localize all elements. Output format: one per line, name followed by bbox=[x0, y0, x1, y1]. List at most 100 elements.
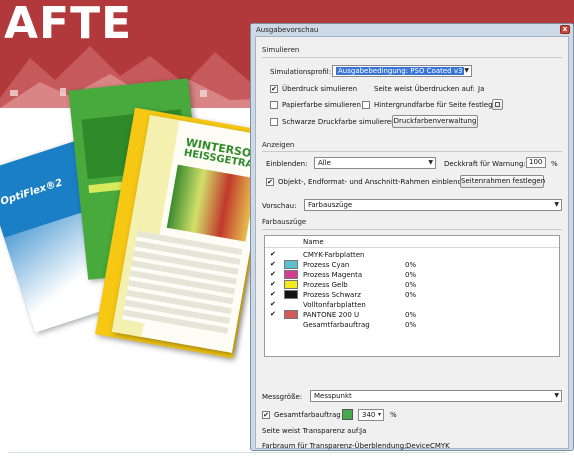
paper-color-label: Papierfarbe simulieren bbox=[282, 101, 361, 109]
separation-name: Vollton­farbplatten bbox=[303, 301, 366, 309]
show-value: Alle bbox=[318, 159, 331, 167]
page-overprint-value: Ja bbox=[478, 85, 485, 93]
close-icon: x bbox=[562, 25, 568, 33]
separations-list: Name ✔ CMYK-Farbplatten ✔ Prozess Cyan 0% ✔ Pr… bbox=[264, 235, 560, 357]
list-item[interactable]: ✔ Vollton­farbplatten bbox=[265, 300, 559, 310]
section-divider bbox=[262, 151, 562, 152]
total-ink-unit: % bbox=[390, 411, 397, 419]
frames-label: Objekt-, Endformat- und Anschnitt-Rahmen… bbox=[278, 178, 471, 186]
column-name-header[interactable]: Name bbox=[303, 238, 324, 246]
blend-space-value: DeviceCMYK bbox=[406, 442, 450, 450]
separation-name: Prozess Cyan bbox=[303, 261, 350, 269]
total-ink-value: 340 bbox=[362, 411, 376, 419]
separation-checkbox[interactable]: ✔ bbox=[270, 261, 277, 268]
separation-percent: 0% bbox=[405, 311, 417, 319]
separation-name: CMYK-Farbplatten bbox=[303, 251, 365, 259]
show-label: Einblenden: bbox=[266, 160, 308, 168]
transparency-value: Ja bbox=[360, 427, 367, 435]
banner-title: AFTE bbox=[4, 0, 133, 49]
separation-percent: 0% bbox=[405, 281, 417, 289]
dialog-titlebar[interactable]: Ausgabevorschau x bbox=[251, 24, 573, 36]
separation-checkbox[interactable]: ✔ bbox=[270, 271, 277, 278]
warn-opacity-input[interactable]: 100 bbox=[526, 157, 546, 168]
warn-opacity-label: Deckkraft für Warnung: bbox=[444, 160, 526, 168]
paper-color-checkbox[interactable] bbox=[270, 101, 278, 109]
total-ink-select[interactable]: 340 ▾ bbox=[358, 409, 384, 421]
display-heading: Anzeigen bbox=[262, 141, 295, 149]
separation-name: Gesamtfarbauftrag bbox=[303, 321, 370, 329]
warn-opacity-unit: % bbox=[551, 160, 558, 168]
total-ink-label: Gesamtfarbauftrag bbox=[274, 411, 341, 419]
color-swatch-icon bbox=[284, 260, 298, 269]
color-swatch-icon bbox=[495, 102, 500, 107]
separation-checkbox[interactable]: ✔ bbox=[270, 291, 277, 298]
transparency-label: Seite weist Transparenz auf: bbox=[262, 427, 361, 435]
overprint-checkbox[interactable]: ✔ bbox=[270, 85, 278, 93]
measure-value: Messpunkt bbox=[314, 392, 352, 400]
overprint-label: Überdruck simulieren bbox=[282, 85, 358, 93]
color-picker-button[interactable] bbox=[492, 99, 503, 110]
background-color-checkbox[interactable] bbox=[362, 101, 370, 109]
brochure-blue-title: OptiFlex®2 bbox=[0, 177, 64, 208]
list-item[interactable]: ✔ Prozess Magenta 0% bbox=[265, 270, 559, 280]
simulation-profile-select[interactable]: Ausgabebedingung: PSO Coated v3 ▼ bbox=[332, 65, 472, 77]
separation-percent: 0% bbox=[405, 261, 417, 269]
output-preview-dialog: Ausgabevorschau x Simulieren Simulations… bbox=[250, 23, 574, 451]
chevron-down-icon: ▼ bbox=[464, 67, 469, 74]
separation-name: Prozess Schwarz bbox=[303, 291, 361, 299]
separation-checkbox[interactable]: ✔ bbox=[270, 311, 277, 318]
list-header: Name bbox=[265, 236, 559, 248]
preview-value: Farbauszüge bbox=[308, 201, 353, 209]
preview-select[interactable]: Farbauszüge ▼ bbox=[304, 199, 562, 211]
separation-percent: 0% bbox=[405, 271, 417, 279]
dialog-title: Ausgabevorschau bbox=[256, 26, 319, 34]
color-swatch-icon bbox=[284, 280, 298, 289]
list-item[interactable]: ✔ CMYK-Farbplatten bbox=[265, 250, 559, 260]
separations-heading: Farbauszüge bbox=[262, 218, 307, 226]
separation-name: PANTONE 200 U bbox=[303, 311, 360, 319]
separation-name: Prozess Magenta bbox=[303, 271, 363, 279]
separation-checkbox[interactable] bbox=[270, 321, 277, 328]
list-item[interactable]: ✔ Prozess Schwarz 0% bbox=[265, 290, 559, 300]
section-divider bbox=[262, 229, 562, 230]
page-overprint-label: Seite weist Überdrucken auf: bbox=[374, 85, 475, 93]
black-ink-checkbox[interactable] bbox=[270, 118, 278, 126]
ink-manager-button[interactable]: Druckfarbenverwaltung bbox=[392, 115, 478, 128]
list-item[interactable]: ✔ PANTONE 200 U 0% bbox=[265, 310, 559, 320]
divider bbox=[8, 452, 566, 453]
page-frames-button[interactable]: Seitenrahmen festlegen bbox=[460, 175, 545, 188]
list-item[interactable]: Gesamtfarbauftrag 0% bbox=[265, 320, 559, 330]
color-swatch-icon bbox=[284, 310, 298, 319]
separation-checkbox[interactable]: ✔ bbox=[270, 301, 277, 308]
section-divider bbox=[262, 57, 562, 58]
list-item[interactable]: ✔ Prozess Cyan 0% bbox=[265, 260, 559, 270]
preview-label: Vorschau: bbox=[262, 202, 297, 210]
measure-select[interactable]: Messpunkt ▼ bbox=[310, 390, 562, 402]
total-ink-checkbox[interactable]: ✔ bbox=[262, 411, 270, 419]
measure-label: Messgröße: bbox=[262, 393, 303, 401]
separation-percent: 0% bbox=[405, 321, 417, 329]
blend-space-label: Farbraum für Transparenz-Überblendung: bbox=[262, 442, 407, 450]
brochure-table bbox=[122, 230, 243, 338]
separation-checkbox[interactable]: ✔ bbox=[270, 281, 277, 288]
profile-value: Ausgabebedingung: PSO Coated v3 bbox=[336, 67, 465, 75]
background-color-label: Hintergrundfarbe für Seite festlegen bbox=[374, 101, 502, 109]
color-swatch-icon bbox=[284, 290, 298, 299]
chevron-down-icon: ▾ bbox=[377, 411, 381, 418]
close-button[interactable]: x bbox=[560, 25, 570, 34]
profile-label: Simulationsprofil: bbox=[270, 68, 332, 76]
separation-checkbox[interactable]: ✔ bbox=[270, 251, 277, 258]
separation-name: Prozess Gelb bbox=[303, 281, 348, 289]
brochure-image bbox=[166, 164, 257, 242]
total-ink-color-swatch[interactable] bbox=[342, 409, 353, 420]
dialog-content: Simulieren Simulationsprofil: Ausgabebed… bbox=[255, 36, 569, 450]
separation-percent: 0% bbox=[405, 291, 417, 299]
chevron-down-icon: ▼ bbox=[428, 159, 433, 166]
list-item[interactable]: ✔ Prozess Gelb 0% bbox=[265, 280, 559, 290]
frames-checkbox[interactable]: ✔ bbox=[266, 178, 274, 186]
chevron-down-icon: ▼ bbox=[554, 201, 559, 208]
show-select[interactable]: Alle ▼ bbox=[314, 157, 436, 169]
simulate-heading: Simulieren bbox=[262, 46, 300, 54]
black-ink-label: Schwarze Druckfarbe simulieren bbox=[282, 118, 396, 126]
chevron-down-icon: ▼ bbox=[554, 392, 559, 399]
